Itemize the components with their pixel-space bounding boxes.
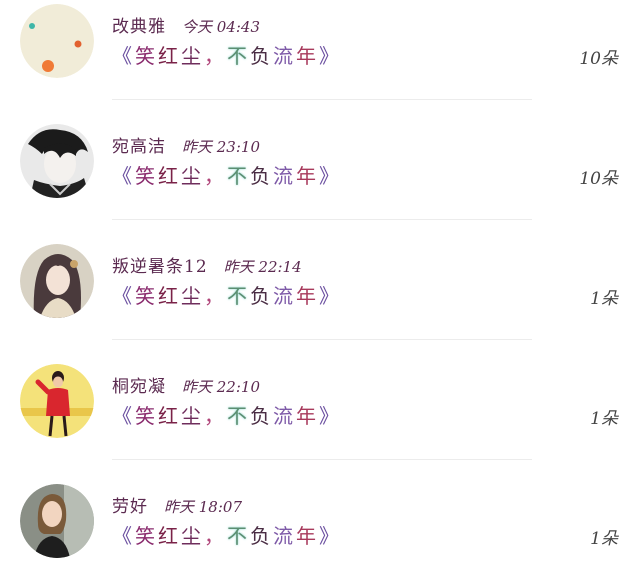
gift-count: 1朵 — [590, 529, 618, 549]
gift-char: 流 — [273, 44, 296, 68]
gift-char: 负 — [250, 164, 273, 188]
entry-meta: 叛逆暑条12 昨天 22:14 — [112, 252, 302, 277]
dots-avatar-icon[interactable] — [20, 4, 94, 78]
gift-comma: ， — [204, 44, 227, 68]
gift-comma: ， — [204, 524, 227, 548]
anime-boy-avatar-icon[interactable] — [20, 124, 94, 198]
list-item[interactable]: 改典雅 今天 04:43 《笑红尘，不负流年》 10朵 — [0, 2, 640, 122]
gift-close-quote: 》 — [319, 404, 342, 428]
entry-meta: 桐宛凝 昨天 22:10 — [112, 372, 260, 397]
gift-open-quote: 《 — [112, 404, 135, 428]
gift-char: 尘 — [181, 404, 204, 428]
gift-comma: ， — [204, 404, 227, 428]
gift-name: 《笑红尘，不负流年》 — [112, 280, 342, 309]
list-item[interactable]: 叛逆暑条12 昨天 22:14 《笑红尘，不负流年》 1朵 — [0, 242, 640, 362]
entry-meta: 劳好 昨天 18:07 — [112, 492, 242, 517]
gift-open-quote: 《 — [112, 164, 135, 188]
user-name[interactable]: 宛高洁 — [112, 137, 166, 157]
gift-comma: ， — [204, 164, 227, 188]
gift-char: 红 — [158, 404, 181, 428]
gift-char: 红 — [158, 284, 181, 308]
gift-name: 《笑红尘，不负流年》 — [112, 40, 342, 69]
gift-name: 《笑红尘，不负流年》 — [112, 400, 342, 429]
divider — [112, 459, 532, 460]
gift-char: 红 — [158, 44, 181, 68]
gift-char: 流 — [273, 164, 296, 188]
gift-name: 《笑红尘，不负流年》 — [112, 520, 342, 549]
entry-meta: 宛高洁 昨天 23:10 — [112, 132, 260, 157]
entry-meta: 改典雅 今天 04:43 — [112, 12, 260, 37]
gift-char: 年 — [296, 44, 319, 68]
gift-name: 《笑红尘，不负流年》 — [112, 160, 342, 189]
gift-char: 笑 — [135, 284, 158, 308]
gift-char: 负 — [250, 284, 273, 308]
gift-char: 笑 — [135, 164, 158, 188]
gift-char: 红 — [158, 164, 181, 188]
gift-record-list: 改典雅 今天 04:43 《笑红尘，不负流年》 10朵 宛高洁 昨天 23:10 《… — [0, 0, 640, 572]
gift-char: 尘 — [181, 524, 204, 548]
gift-char: 笑 — [135, 44, 158, 68]
timestamp: 昨天 18:07 — [164, 498, 242, 516]
gift-char: 年 — [296, 164, 319, 188]
list-item[interactable]: 宛高洁 昨天 23:10 《笑红尘，不负流年》 10朵 — [0, 122, 640, 242]
user-name[interactable]: 改典雅 — [112, 17, 166, 37]
gift-char: 负 — [250, 524, 273, 548]
gift-comma: ， — [204, 284, 227, 308]
gift-char: 年 — [296, 284, 319, 308]
gift-count: 1朵 — [590, 289, 618, 309]
timestamp: 今天 04:43 — [182, 18, 260, 36]
gift-close-quote: 》 — [319, 44, 342, 68]
gift-char: 年 — [296, 404, 319, 428]
gift-char: 年 — [296, 524, 319, 548]
divider — [112, 339, 532, 340]
user-name[interactable]: 劳好 — [112, 497, 148, 517]
gift-char: 笑 — [135, 404, 158, 428]
user-name[interactable]: 叛逆暑条12 — [112, 257, 208, 277]
gift-char: 流 — [273, 404, 296, 428]
gift-char: 流 — [273, 524, 296, 548]
gift-open-quote: 《 — [112, 44, 135, 68]
gift-open-quote: 《 — [112, 284, 135, 308]
user-name[interactable]: 桐宛凝 — [112, 377, 166, 397]
gift-char: 尘 — [181, 164, 204, 188]
gift-open-quote: 《 — [112, 524, 135, 548]
gift-count: 10朵 — [579, 169, 618, 189]
timestamp: 昨天 22:10 — [182, 378, 260, 396]
red-dress-avatar-icon[interactable] — [20, 364, 94, 438]
gift-char: 尘 — [181, 284, 204, 308]
gift-char: 不 — [227, 404, 250, 428]
gift-char: 尘 — [181, 44, 204, 68]
gift-count: 10朵 — [579, 49, 618, 69]
divider — [112, 219, 532, 220]
list-item[interactable]: 桐宛凝 昨天 22:10 《笑红尘，不负流年》 1朵 — [0, 362, 640, 482]
gift-char: 不 — [227, 284, 250, 308]
anime-girl-avatar-icon[interactable] — [20, 244, 94, 318]
gift-close-quote: 》 — [319, 284, 342, 308]
gift-char: 流 — [273, 284, 296, 308]
divider — [112, 99, 532, 100]
gift-char: 负 — [250, 404, 273, 428]
gift-char: 不 — [227, 44, 250, 68]
timestamp: 昨天 22:14 — [223, 258, 302, 276]
timestamp: 昨天 23:10 — [182, 138, 260, 156]
list-item[interactable]: 劳好 昨天 18:07 《笑红尘，不负流年》 1朵 — [0, 482, 640, 572]
gift-close-quote: 》 — [319, 524, 342, 548]
gift-count: 1朵 — [590, 409, 618, 429]
gift-char: 笑 — [135, 524, 158, 548]
gift-char: 红 — [158, 524, 181, 548]
gift-char: 不 — [227, 164, 250, 188]
gift-char: 负 — [250, 44, 273, 68]
gift-close-quote: 》 — [319, 164, 342, 188]
gift-char: 不 — [227, 524, 250, 548]
woman-photo-avatar-icon[interactable] — [20, 484, 94, 558]
